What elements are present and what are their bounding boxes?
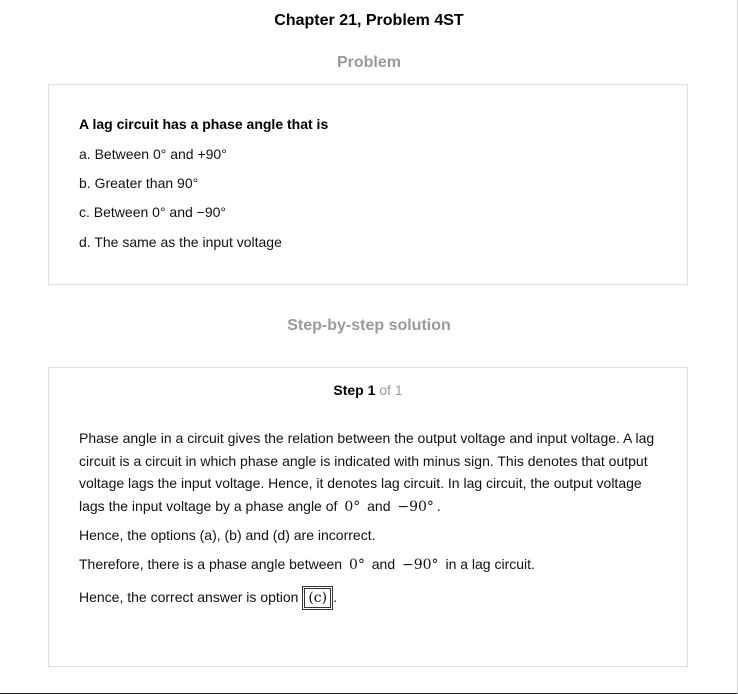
paragraph-4-end: . <box>333 589 337 605</box>
paragraph-1-end: . <box>436 497 441 514</box>
paragraph-4-start: Hence, the correct answer is option <box>79 589 299 605</box>
option-b: b. Greater than 90° <box>79 175 199 191</box>
math-minus-ninety-degrees: −90° <box>397 498 434 515</box>
math-minus-ninety-degrees: −90° <box>402 557 439 573</box>
option-a: a. Between 0° and +90° <box>79 146 227 162</box>
step-label: Step 1 <box>333 382 376 398</box>
paragraph-3-and: and <box>371 556 396 572</box>
step-header: Step 1 of 1 <box>49 382 687 398</box>
solution-paragraph-4: Hence, the correct answer is option (c). <box>79 586 659 611</box>
answer-box: (c) <box>302 586 334 611</box>
answer-value: (c) <box>304 588 332 609</box>
paragraph-1-and: and <box>367 497 391 514</box>
option-d: d. The same as the input voltage <box>79 234 282 250</box>
problem-question: A lag circuit has a phase angle that is <box>79 116 329 132</box>
solution-heading: Step-by-step solution <box>287 317 451 334</box>
paragraph-3-start: Therefore, there is a phase angle betwee… <box>79 556 343 572</box>
step-count: of 1 <box>379 382 403 398</box>
problem-card: A lag circuit has a phase angle that is … <box>48 84 688 285</box>
solution-paragraph-2: Hence, the options (a), (b) and (d) are … <box>79 527 376 543</box>
chapter-title: Chapter 21, Problem 4ST <box>274 12 464 29</box>
option-c: c. Between 0° and −90° <box>79 204 227 220</box>
solution-paragraph-1: Phase angle in a circuit gives the relat… <box>79 427 659 518</box>
math-zero-degrees: 0° <box>348 557 365 573</box>
solution-card: Step 1 of 1 Phase angle in a circuit giv… <box>48 367 688 667</box>
solution-paragraph-3: Therefore, there is a phase angle betwee… <box>79 553 659 577</box>
math-zero-degrees: 0° <box>344 498 361 515</box>
problem-heading: Problem <box>336 54 401 71</box>
paragraph-3-end: in a lag circuit. <box>445 556 535 572</box>
